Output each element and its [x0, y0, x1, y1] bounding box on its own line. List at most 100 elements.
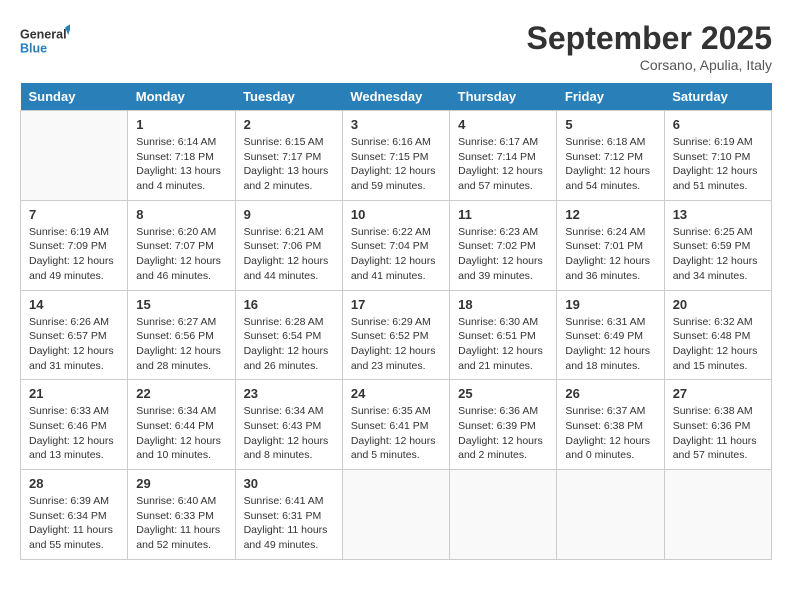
- day-info: Sunrise: 6:34 AM Sunset: 6:43 PM Dayligh…: [244, 404, 334, 463]
- day-info: Sunrise: 6:27 AM Sunset: 6:56 PM Dayligh…: [136, 315, 226, 374]
- calendar-week-2: 7 Sunrise: 6:19 AM Sunset: 7:09 PM Dayli…: [21, 200, 772, 290]
- calendar-week-4: 21 Sunrise: 6:33 AM Sunset: 6:46 PM Dayl…: [21, 380, 772, 470]
- calendar-cell-w4-d3: 23 Sunrise: 6:34 AM Sunset: 6:43 PM Dayl…: [235, 380, 342, 470]
- day-number: 30: [244, 476, 334, 491]
- day-info: Sunrise: 6:34 AM Sunset: 6:44 PM Dayligh…: [136, 404, 226, 463]
- location-subtitle: Corsano, Apulia, Italy: [527, 57, 772, 73]
- day-info: Sunrise: 6:38 AM Sunset: 6:36 PM Dayligh…: [673, 404, 763, 463]
- day-number: 21: [29, 386, 119, 401]
- svg-text:Blue: Blue: [20, 42, 47, 56]
- day-info: Sunrise: 6:31 AM Sunset: 6:49 PM Dayligh…: [565, 315, 655, 374]
- day-info: Sunrise: 6:33 AM Sunset: 6:46 PM Dayligh…: [29, 404, 119, 463]
- day-number: 17: [351, 297, 441, 312]
- calendar-cell-w5-d4: [342, 470, 449, 560]
- day-info: Sunrise: 6:26 AM Sunset: 6:57 PM Dayligh…: [29, 315, 119, 374]
- day-number: 20: [673, 297, 763, 312]
- day-number: 2: [244, 117, 334, 132]
- calendar-cell-w3-d5: 18 Sunrise: 6:30 AM Sunset: 6:51 PM Dayl…: [450, 290, 557, 380]
- day-number: 25: [458, 386, 548, 401]
- day-info: Sunrise: 6:17 AM Sunset: 7:14 PM Dayligh…: [458, 135, 548, 194]
- calendar-week-5: 28 Sunrise: 6:39 AM Sunset: 6:34 PM Dayl…: [21, 470, 772, 560]
- day-info: Sunrise: 6:29 AM Sunset: 6:52 PM Dayligh…: [351, 315, 441, 374]
- day-number: 4: [458, 117, 548, 132]
- day-number: 1: [136, 117, 226, 132]
- day-number: 5: [565, 117, 655, 132]
- col-thursday: Thursday: [450, 83, 557, 111]
- day-info: Sunrise: 6:28 AM Sunset: 6:54 PM Dayligh…: [244, 315, 334, 374]
- day-info: Sunrise: 6:14 AM Sunset: 7:18 PM Dayligh…: [136, 135, 226, 194]
- day-number: 22: [136, 386, 226, 401]
- calendar-cell-w3-d4: 17 Sunrise: 6:29 AM Sunset: 6:52 PM Dayl…: [342, 290, 449, 380]
- col-wednesday: Wednesday: [342, 83, 449, 111]
- day-info: Sunrise: 6:18 AM Sunset: 7:12 PM Dayligh…: [565, 135, 655, 194]
- day-number: 6: [673, 117, 763, 132]
- calendar-cell-w1-d2: 1 Sunrise: 6:14 AM Sunset: 7:18 PM Dayli…: [128, 111, 235, 201]
- calendar-cell-w2-d7: 13 Sunrise: 6:25 AM Sunset: 6:59 PM Dayl…: [664, 200, 771, 290]
- day-number: 19: [565, 297, 655, 312]
- calendar-cell-w4-d7: 27 Sunrise: 6:38 AM Sunset: 6:36 PM Dayl…: [664, 380, 771, 470]
- calendar-header-row: Sunday Monday Tuesday Wednesday Thursday…: [21, 83, 772, 111]
- day-info: Sunrise: 6:19 AM Sunset: 7:09 PM Dayligh…: [29, 225, 119, 284]
- col-sunday: Sunday: [21, 83, 128, 111]
- day-number: 13: [673, 207, 763, 222]
- calendar-cell-w4-d6: 26 Sunrise: 6:37 AM Sunset: 6:38 PM Dayl…: [557, 380, 664, 470]
- calendar-cell-w1-d1: [21, 111, 128, 201]
- day-number: 15: [136, 297, 226, 312]
- day-info: Sunrise: 6:16 AM Sunset: 7:15 PM Dayligh…: [351, 135, 441, 194]
- col-monday: Monday: [128, 83, 235, 111]
- day-number: 8: [136, 207, 226, 222]
- day-info: Sunrise: 6:37 AM Sunset: 6:38 PM Dayligh…: [565, 404, 655, 463]
- calendar-cell-w3-d3: 16 Sunrise: 6:28 AM Sunset: 6:54 PM Dayl…: [235, 290, 342, 380]
- day-info: Sunrise: 6:41 AM Sunset: 6:31 PM Dayligh…: [244, 494, 334, 553]
- logo-svg: General Blue: [20, 20, 70, 60]
- calendar-cell-w5-d6: [557, 470, 664, 560]
- day-info: Sunrise: 6:21 AM Sunset: 7:06 PM Dayligh…: [244, 225, 334, 284]
- calendar-cell-w5-d7: [664, 470, 771, 560]
- calendar-cell-w2-d3: 9 Sunrise: 6:21 AM Sunset: 7:06 PM Dayli…: [235, 200, 342, 290]
- calendar-cell-w1-d5: 4 Sunrise: 6:17 AM Sunset: 7:14 PM Dayli…: [450, 111, 557, 201]
- svg-text:General: General: [20, 27, 67, 41]
- day-info: Sunrise: 6:32 AM Sunset: 6:48 PM Dayligh…: [673, 315, 763, 374]
- calendar-cell-w1-d4: 3 Sunrise: 6:16 AM Sunset: 7:15 PM Dayli…: [342, 111, 449, 201]
- day-number: 7: [29, 207, 119, 222]
- day-info: Sunrise: 6:25 AM Sunset: 6:59 PM Dayligh…: [673, 225, 763, 284]
- calendar-cell-w4-d1: 21 Sunrise: 6:33 AM Sunset: 6:46 PM Dayl…: [21, 380, 128, 470]
- day-info: Sunrise: 6:35 AM Sunset: 6:41 PM Dayligh…: [351, 404, 441, 463]
- day-info: Sunrise: 6:19 AM Sunset: 7:10 PM Dayligh…: [673, 135, 763, 194]
- calendar-cell-w3-d6: 19 Sunrise: 6:31 AM Sunset: 6:49 PM Dayl…: [557, 290, 664, 380]
- day-info: Sunrise: 6:15 AM Sunset: 7:17 PM Dayligh…: [244, 135, 334, 194]
- day-number: 12: [565, 207, 655, 222]
- col-tuesday: Tuesday: [235, 83, 342, 111]
- day-info: Sunrise: 6:30 AM Sunset: 6:51 PM Dayligh…: [458, 315, 548, 374]
- day-info: Sunrise: 6:40 AM Sunset: 6:33 PM Dayligh…: [136, 494, 226, 553]
- calendar-cell-w3-d1: 14 Sunrise: 6:26 AM Sunset: 6:57 PM Dayl…: [21, 290, 128, 380]
- calendar-cell-w5-d2: 29 Sunrise: 6:40 AM Sunset: 6:33 PM Dayl…: [128, 470, 235, 560]
- month-title: September 2025: [527, 20, 772, 57]
- day-number: 24: [351, 386, 441, 401]
- calendar-cell-w3-d2: 15 Sunrise: 6:27 AM Sunset: 6:56 PM Dayl…: [128, 290, 235, 380]
- calendar-cell-w5-d1: 28 Sunrise: 6:39 AM Sunset: 6:34 PM Dayl…: [21, 470, 128, 560]
- day-info: Sunrise: 6:23 AM Sunset: 7:02 PM Dayligh…: [458, 225, 548, 284]
- col-friday: Friday: [557, 83, 664, 111]
- calendar-cell-w2-d4: 10 Sunrise: 6:22 AM Sunset: 7:04 PM Dayl…: [342, 200, 449, 290]
- day-number: 23: [244, 386, 334, 401]
- day-number: 9: [244, 207, 334, 222]
- calendar-cell-w1-d6: 5 Sunrise: 6:18 AM Sunset: 7:12 PM Dayli…: [557, 111, 664, 201]
- calendar-cell-w4-d2: 22 Sunrise: 6:34 AM Sunset: 6:44 PM Dayl…: [128, 380, 235, 470]
- calendar-cell-w2-d5: 11 Sunrise: 6:23 AM Sunset: 7:02 PM Dayl…: [450, 200, 557, 290]
- day-number: 10: [351, 207, 441, 222]
- day-number: 28: [29, 476, 119, 491]
- day-number: 3: [351, 117, 441, 132]
- calendar-cell-w1-d3: 2 Sunrise: 6:15 AM Sunset: 7:17 PM Dayli…: [235, 111, 342, 201]
- page-header: General Blue September 2025 Corsano, Apu…: [20, 20, 772, 73]
- day-number: 29: [136, 476, 226, 491]
- calendar-cell-w1-d7: 6 Sunrise: 6:19 AM Sunset: 7:10 PM Dayli…: [664, 111, 771, 201]
- day-info: Sunrise: 6:20 AM Sunset: 7:07 PM Dayligh…: [136, 225, 226, 284]
- day-number: 14: [29, 297, 119, 312]
- calendar-cell-w5-d3: 30 Sunrise: 6:41 AM Sunset: 6:31 PM Dayl…: [235, 470, 342, 560]
- calendar-cell-w4-d4: 24 Sunrise: 6:35 AM Sunset: 6:41 PM Dayl…: [342, 380, 449, 470]
- day-info: Sunrise: 6:24 AM Sunset: 7:01 PM Dayligh…: [565, 225, 655, 284]
- calendar-cell-w5-d5: [450, 470, 557, 560]
- calendar-week-3: 14 Sunrise: 6:26 AM Sunset: 6:57 PM Dayl…: [21, 290, 772, 380]
- calendar-cell-w3-d7: 20 Sunrise: 6:32 AM Sunset: 6:48 PM Dayl…: [664, 290, 771, 380]
